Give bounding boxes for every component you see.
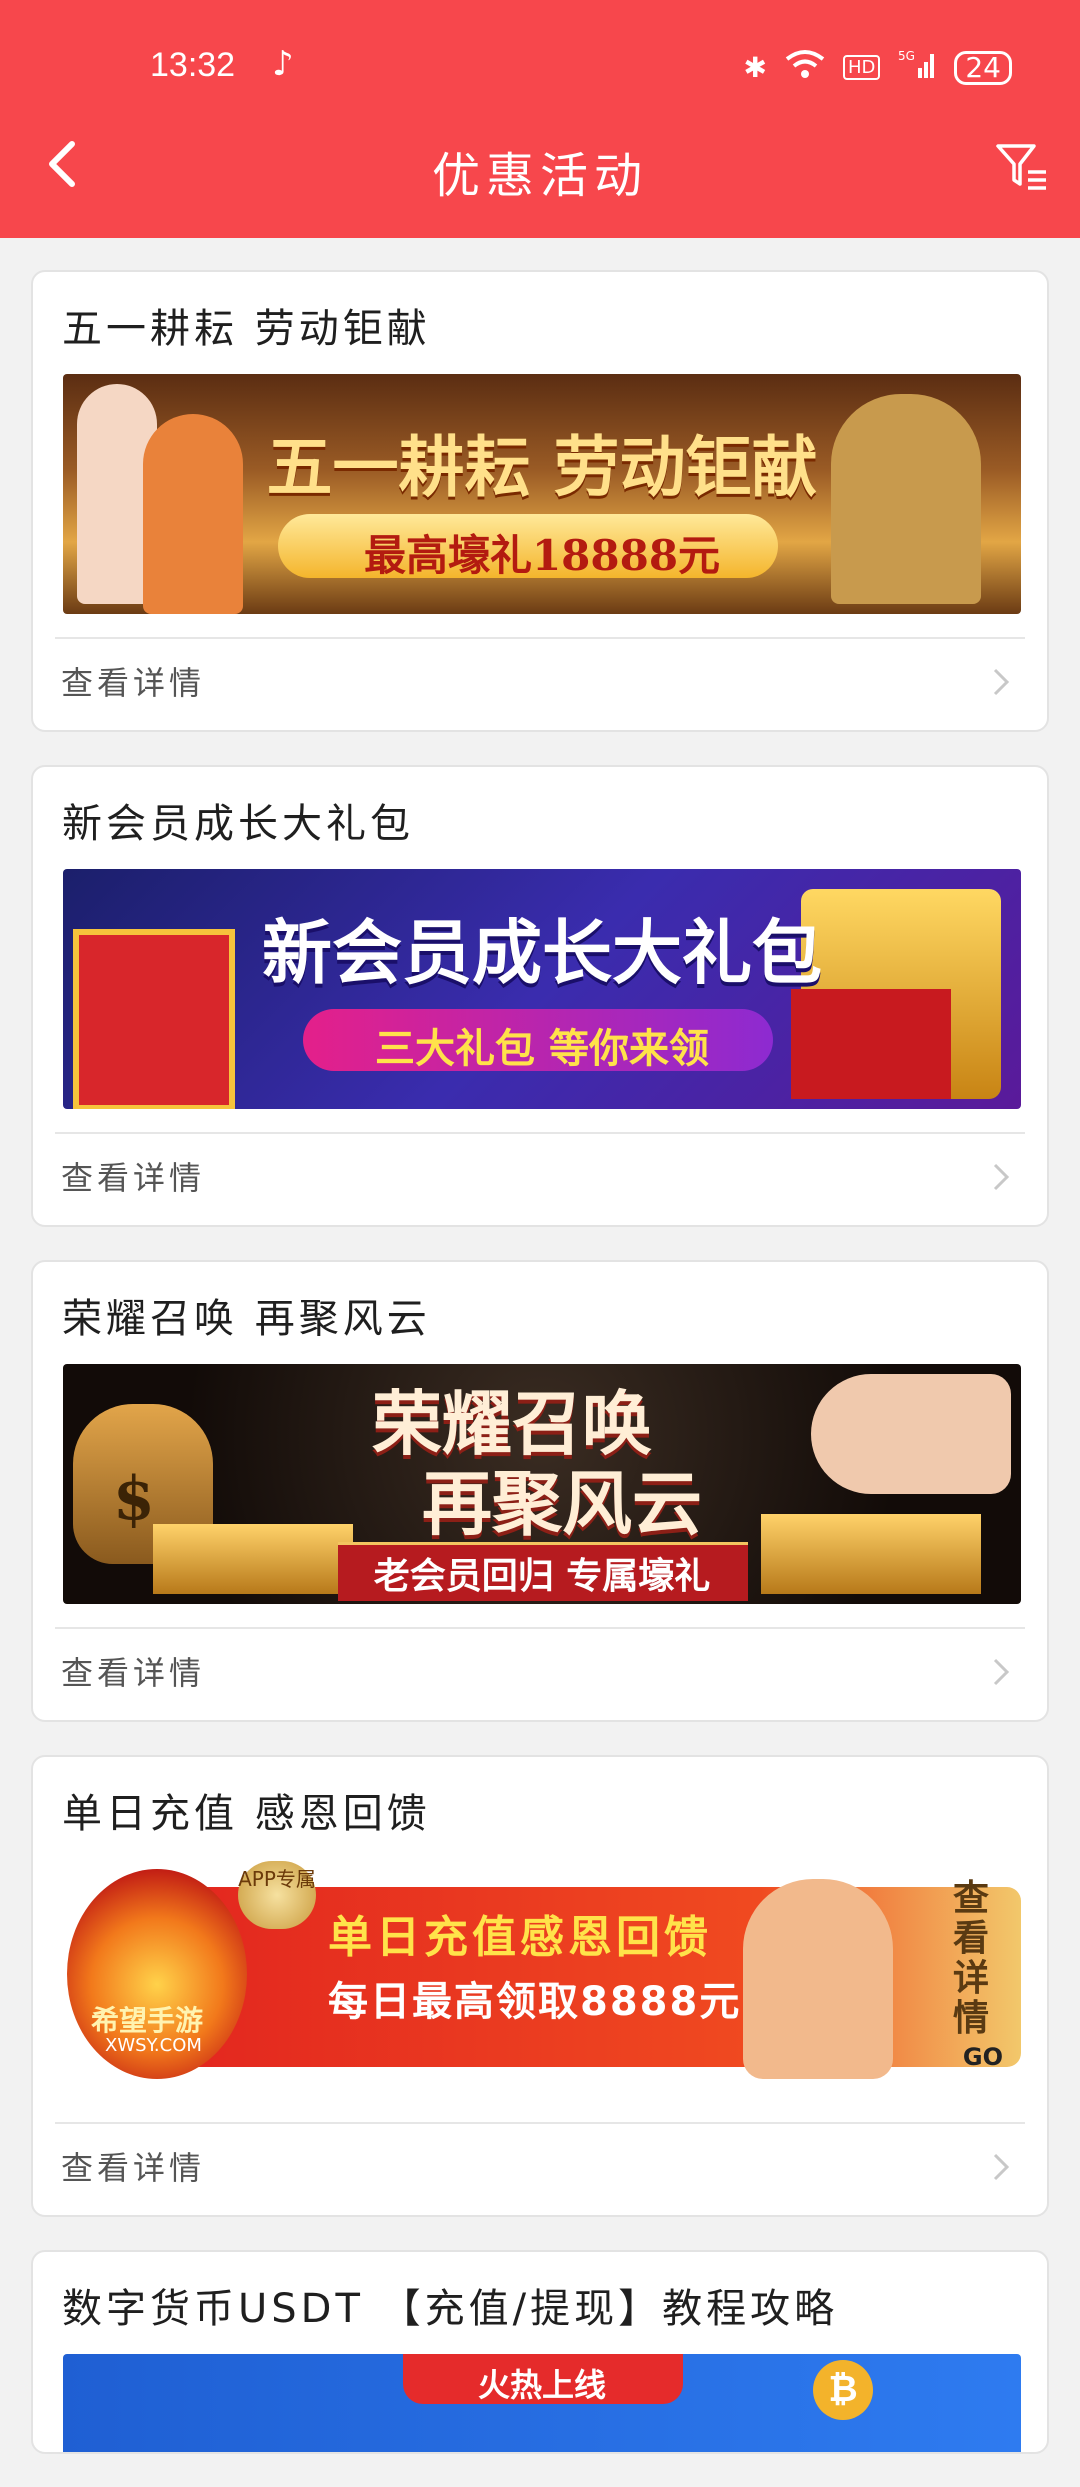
promotion-banner[interactable]: $ 荣耀召唤 再聚风云 老会员回归 专属壕礼 bbox=[63, 1364, 1021, 1604]
chevron-right-icon bbox=[993, 1163, 1010, 1191]
promotion-banner[interactable]: 新会员成长大礼包 三大礼包 等你来领 bbox=[63, 869, 1021, 1109]
promotion-banner[interactable]: 五一耕耘 劳动钜献 最高壕礼18888元 bbox=[63, 374, 1021, 614]
signal-5g-icon: 5G bbox=[898, 48, 936, 87]
divider bbox=[55, 637, 1025, 639]
app-badge: APP专属 bbox=[238, 1861, 316, 1929]
banner-subline: 最高壕礼18888元 bbox=[363, 531, 721, 580]
promotion-title: 数字货币USDT 【充值/提现】教程攻略 bbox=[62, 2286, 839, 2332]
divider bbox=[55, 1132, 1025, 1134]
promotion-title: 五一耕耘 劳动钜献 bbox=[62, 306, 431, 352]
wifi-icon bbox=[785, 49, 825, 86]
promotion-title: 新会员成长大礼包 bbox=[62, 801, 414, 847]
chevron-right-icon bbox=[993, 668, 1010, 696]
banner-headline-2: 再聚风云 bbox=[422, 1462, 702, 1545]
banner-subline: 每日最高领取8888元 bbox=[328, 1979, 742, 2025]
banner-headline: 火热上线 bbox=[477, 2366, 606, 2404]
divider bbox=[55, 1627, 1025, 1629]
view-details-link[interactable]: 查看详情 bbox=[61, 1648, 205, 1694]
go-label: GO bbox=[962, 2043, 1003, 2071]
promotion-banner[interactable]: 火热上线 ₿ bbox=[63, 2354, 1021, 2452]
banner-headline: 单日充值感恩回馈 bbox=[328, 1912, 712, 1963]
status-icons: ✱ HD 5G 24 bbox=[743, 48, 1012, 87]
chevron-right-icon bbox=[993, 2153, 1010, 2181]
promotion-card[interactable]: 新会员成长大礼包 新会员成长大礼包 三大礼包 等你来领 查看详情 bbox=[31, 765, 1049, 1227]
divider bbox=[55, 2122, 1025, 2124]
promotion-title: 单日充值 感恩回馈 bbox=[62, 1791, 431, 1837]
banner-headline: 五一耕耘 劳动钜献 bbox=[266, 428, 818, 506]
side-detail-label: 查看详情 bbox=[953, 1878, 990, 2039]
app-header: 13:32 ♪ ✱ HD 5G 24 优惠活动 bbox=[0, 0, 1080, 238]
filter-icon[interactable] bbox=[994, 138, 1050, 194]
view-details-link[interactable]: 查看详情 bbox=[61, 2143, 205, 2189]
promotion-card[interactable]: 五一耕耘 劳动钜献 五一耕耘 劳动钜献 最高壕礼18888元 查看详情 bbox=[31, 270, 1049, 732]
banner-subline: 三大礼包 等你来领 bbox=[375, 1025, 709, 1072]
logo-subtext: XWSY.COM bbox=[105, 2035, 202, 2056]
title-bar: 优惠活动 bbox=[0, 130, 1080, 210]
promotion-card[interactable]: 单日充值 感恩回馈 希望手游 XWSY.COM APP专属 单日充值感恩回馈 每… bbox=[31, 1755, 1049, 2217]
promotion-banner[interactable]: 希望手游 XWSY.COM APP专属 单日充值感恩回馈 每日最高领取8888元… bbox=[63, 1859, 1021, 2099]
banner-headline: 新会员成长大礼包 bbox=[262, 911, 822, 994]
music-note-icon: ♪ bbox=[272, 44, 294, 84]
chevron-right-icon bbox=[993, 1658, 1010, 1686]
bitcoin-icon: ₿ bbox=[813, 2360, 873, 2420]
svg-text:5G: 5G bbox=[898, 49, 915, 63]
laughing-man bbox=[743, 1879, 893, 2079]
status-bar: 13:32 ♪ ✱ HD 5G 24 bbox=[0, 44, 1080, 88]
promotion-list: 五一耕耘 劳动钜献 五一耕耘 劳动钜献 最高壕礼18888元 查看详情 新会员成… bbox=[31, 270, 1049, 2487]
hd-icon: HD bbox=[842, 55, 881, 80]
promotion-title: 荣耀召唤 再聚风云 bbox=[62, 1296, 431, 1342]
view-details-link[interactable]: 查看详情 bbox=[61, 658, 205, 704]
promotion-card[interactable]: 荣耀召唤 再聚风云 $ 荣耀召唤 再聚风云 老会员回归 专属壕礼 查看详情 bbox=[31, 1260, 1049, 1722]
page-title: 优惠活动 bbox=[431, 148, 648, 204]
view-details-link[interactable]: 查看详情 bbox=[61, 1153, 205, 1199]
promotion-card[interactable]: 数字货币USDT 【充值/提现】教程攻略 火热上线 ₿ bbox=[31, 2250, 1049, 2454]
banner-subline: 老会员回归 专属壕礼 bbox=[373, 1555, 711, 1597]
status-time: 13:32 bbox=[150, 46, 236, 84]
bluetooth-icon: ✱ bbox=[743, 51, 767, 84]
battery-icon: 24 bbox=[954, 50, 1012, 85]
logo-text: 希望手游 bbox=[91, 2004, 204, 2037]
